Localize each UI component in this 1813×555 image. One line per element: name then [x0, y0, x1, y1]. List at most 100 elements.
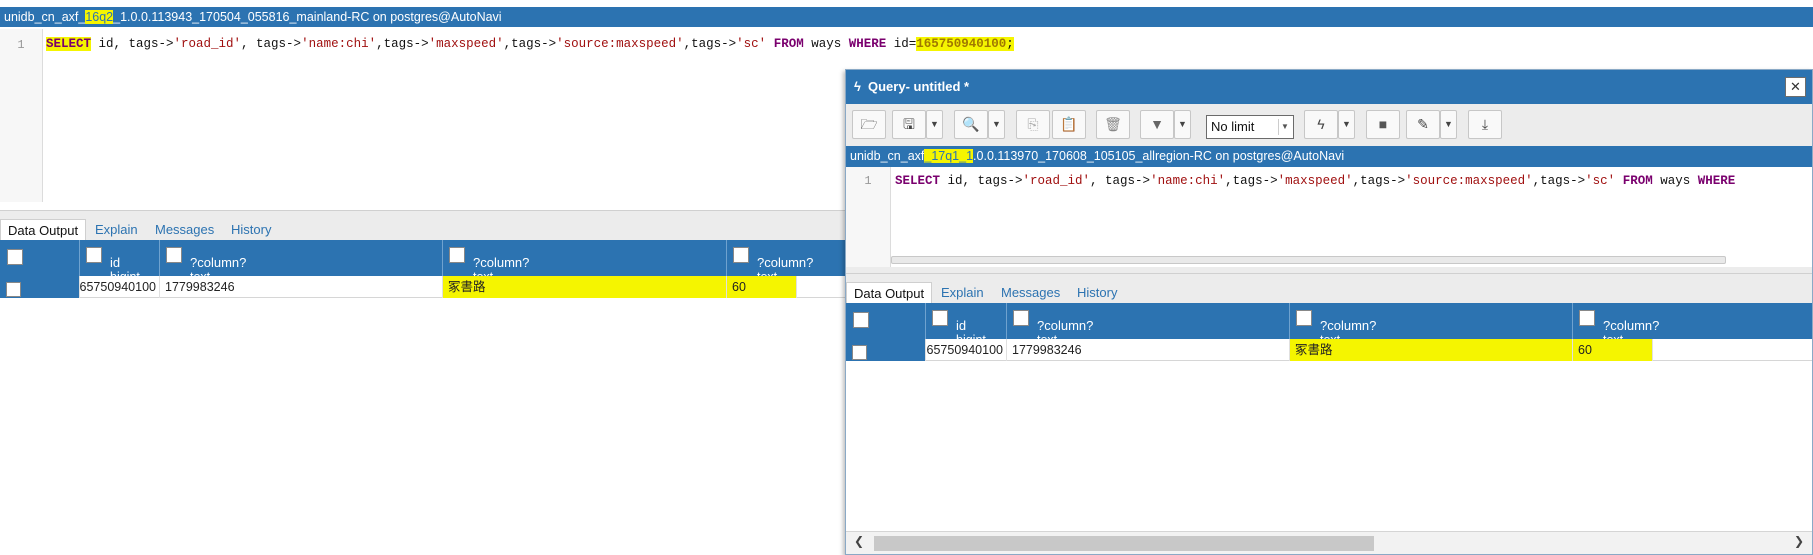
- table-row[interactable]: 165750940100 1779983246 冢書路 60: [846, 339, 1812, 361]
- table-row[interactable]: 165750940100 1779983246 冢書路 60: [0, 276, 845, 298]
- select-all-checkbox[interactable]: [853, 312, 869, 328]
- line-gutter: 1: [0, 29, 43, 202]
- floating-query-window: ϟ Query- untitled * ✕ 🗁 🖫 ▼ 🔍 ▼ ⎘ 📋 🗑 ▼ …: [845, 69, 1813, 555]
- column-header-road-id[interactable]: ?column?text: [160, 240, 443, 276]
- scroll-left-icon[interactable]: ❮: [854, 534, 864, 548]
- tab-history[interactable]: History: [1070, 282, 1124, 304]
- line-gutter: 1: [846, 167, 891, 267]
- sql-line[interactable]: SELECT id, tags->'road_id', tags->'name:…: [46, 37, 1014, 51]
- column-checkbox[interactable]: [733, 247, 749, 263]
- column-header-maxspeed[interactable]: ?column?text: [1573, 303, 1812, 339]
- column-name: ?column?: [1320, 318, 1377, 333]
- column-header-id[interactable]: idbigint: [80, 240, 160, 276]
- download-button[interactable]: ⤓: [1468, 110, 1502, 139]
- grid-header: idbigint ?column?text ?column?text ?colu…: [846, 303, 1812, 339]
- sql-string: 'source:maxspeed': [1405, 174, 1533, 188]
- column-header-road-id[interactable]: ?column?text: [1007, 303, 1290, 339]
- scroll-right-icon[interactable]: ❯: [1794, 534, 1804, 548]
- cell-id[interactable]: 165750940100: [80, 276, 160, 298]
- caret-down-icon: ▼: [930, 119, 939, 129]
- sql-string: 'source:maxspeed': [556, 37, 684, 51]
- select-all-header[interactable]: [0, 240, 80, 276]
- sql-string: 'maxspeed': [428, 37, 504, 51]
- paste-button[interactable]: 📋: [1052, 110, 1086, 139]
- select-all-checkbox[interactable]: [7, 249, 23, 265]
- tab-history[interactable]: History: [224, 219, 278, 241]
- column-checkbox[interactable]: [1013, 310, 1029, 326]
- sql-editor[interactable]: 1 SELECT id, tags->'road_id', tags->'nam…: [846, 167, 1812, 267]
- save-dropdown-button[interactable]: ▼: [926, 110, 943, 139]
- column-header-maxspeed[interactable]: ?column?text: [727, 240, 845, 276]
- sql-editor[interactable]: 1 SELECT id, tags->'road_id', tags->'nam…: [0, 29, 1014, 202]
- connection-suffix: .0.0.113970_170608_105105_allregion-RC o…: [973, 149, 1345, 163]
- filter-dropdown-button[interactable]: ▼: [1174, 110, 1191, 139]
- row-select-cell[interactable]: [846, 339, 926, 361]
- sql-text: ,tags->: [1352, 174, 1406, 188]
- folder-open-icon: 🗁: [860, 116, 878, 132]
- editor-horizontal-scrollbar[interactable]: [891, 256, 1726, 264]
- sql-text: ,tags->: [376, 37, 429, 51]
- row-limit-select[interactable]: No limit ▼: [1206, 115, 1294, 139]
- scrollbar-thumb[interactable]: [874, 536, 1374, 551]
- result-tabs: Data Output Explain Messages History: [846, 273, 1812, 304]
- cell-id[interactable]: 165750940100: [926, 339, 1007, 361]
- query-toolbar: 🗁 🖫 ▼ 🔍 ▼ ⎘ 📋 🗑 ▼ ▼ No limit ▼ ϟ ▼ ■ ✎ ▼…: [846, 104, 1812, 146]
- column-checkbox[interactable]: [1579, 310, 1595, 326]
- edit-button[interactable]: ✎: [1406, 110, 1440, 139]
- find-button[interactable]: 🔍: [954, 110, 988, 139]
- cell-road-id[interactable]: 1779983246: [1007, 339, 1290, 361]
- tab-explain[interactable]: Explain: [88, 219, 145, 241]
- column-header-name-chi[interactable]: ?column?text: [443, 240, 727, 276]
- column-header-id[interactable]: idbigint: [926, 303, 1007, 339]
- caret-down-icon: ▼: [1178, 119, 1187, 129]
- cell-name-chi[interactable]: 冢書路: [443, 276, 727, 298]
- edit-dropdown-button[interactable]: ▼: [1440, 110, 1457, 139]
- sql-keyword: WHERE: [1697, 174, 1736, 188]
- grid-horizontal-scrollbar[interactable]: ❮ ❯: [846, 531, 1812, 554]
- cell-maxspeed[interactable]: 60: [1573, 339, 1653, 361]
- tab-explain[interactable]: Explain: [934, 282, 991, 304]
- find-dropdown-button[interactable]: ▼: [988, 110, 1005, 139]
- select-all-header[interactable]: [846, 303, 926, 339]
- sql-text: ways: [1652, 174, 1698, 188]
- sql-number: 165750940100: [916, 37, 1007, 51]
- sql-line[interactable]: SELECT id, tags->'road_id', tags->'name:…: [895, 174, 1735, 188]
- cell-name-chi[interactable]: 冢書路: [1290, 339, 1573, 361]
- column-checkbox[interactable]: [932, 310, 948, 326]
- column-name: ?column?: [757, 255, 814, 270]
- column-checkbox[interactable]: [1296, 310, 1312, 326]
- copy-button[interactable]: ⎘: [1016, 110, 1050, 139]
- save-button[interactable]: 🖫: [892, 110, 926, 139]
- column-checkbox[interactable]: [86, 247, 102, 263]
- close-button[interactable]: ✕: [1785, 77, 1806, 97]
- delete-button[interactable]: 🗑: [1096, 110, 1130, 139]
- row-checkbox[interactable]: [852, 345, 867, 360]
- sql-text: id, tags->: [940, 174, 1023, 188]
- tab-data-output[interactable]: Data Output: [0, 219, 87, 241]
- connection-version-highlight: 16q2: [85, 10, 114, 24]
- save-icon: 🖫: [903, 116, 915, 132]
- tab-messages[interactable]: Messages: [148, 219, 221, 241]
- filter-button[interactable]: ▼: [1140, 110, 1174, 139]
- window-title-bar[interactable]: ϟ Query- untitled * ✕: [846, 70, 1812, 104]
- open-file-button[interactable]: 🗁: [852, 110, 886, 139]
- copy-icon: ⎘: [1027, 116, 1039, 132]
- column-checkbox[interactable]: [449, 247, 465, 263]
- row-checkbox[interactable]: [6, 282, 21, 297]
- cell-maxspeed[interactable]: 60: [727, 276, 797, 298]
- sql-text: ways: [803, 37, 849, 51]
- sql-text: ;: [1006, 37, 1014, 51]
- tab-messages[interactable]: Messages: [994, 282, 1067, 304]
- execute-dropdown-button[interactable]: ▼: [1338, 110, 1355, 139]
- tab-data-output[interactable]: Data Output: [846, 282, 933, 304]
- sql-string: 'sc': [736, 37, 767, 51]
- column-name: ?column?: [1603, 318, 1660, 333]
- cell-road-id[interactable]: 1779983246: [160, 276, 443, 298]
- row-select-cell[interactable]: [0, 276, 80, 298]
- column-header-name-chi[interactable]: ?column?text: [1290, 303, 1573, 339]
- sql-string: 'name:chi': [1150, 174, 1226, 188]
- sql-text: , tags->: [241, 37, 302, 51]
- execute-button[interactable]: ϟ: [1304, 110, 1338, 139]
- stop-button[interactable]: ■: [1366, 110, 1400, 139]
- column-checkbox[interactable]: [166, 247, 182, 263]
